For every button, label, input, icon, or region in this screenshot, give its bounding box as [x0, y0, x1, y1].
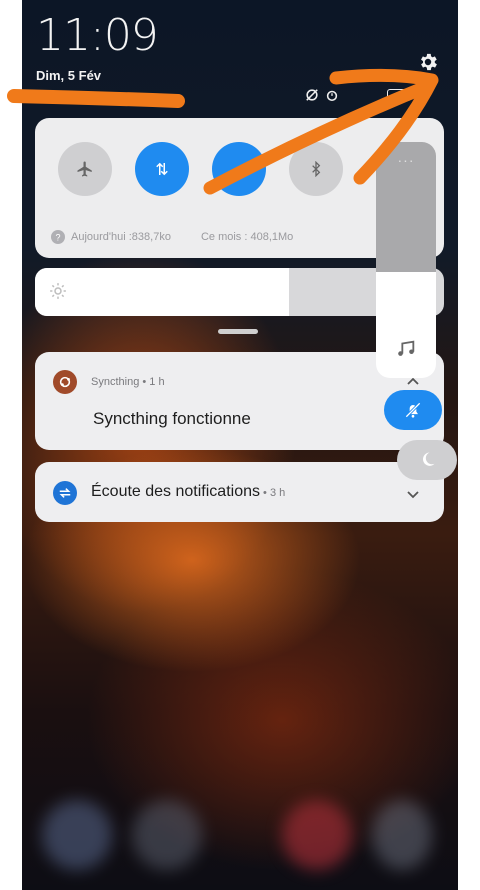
annotation-overlay: [7, 68, 439, 195]
annotation-underline: [7, 89, 185, 108]
